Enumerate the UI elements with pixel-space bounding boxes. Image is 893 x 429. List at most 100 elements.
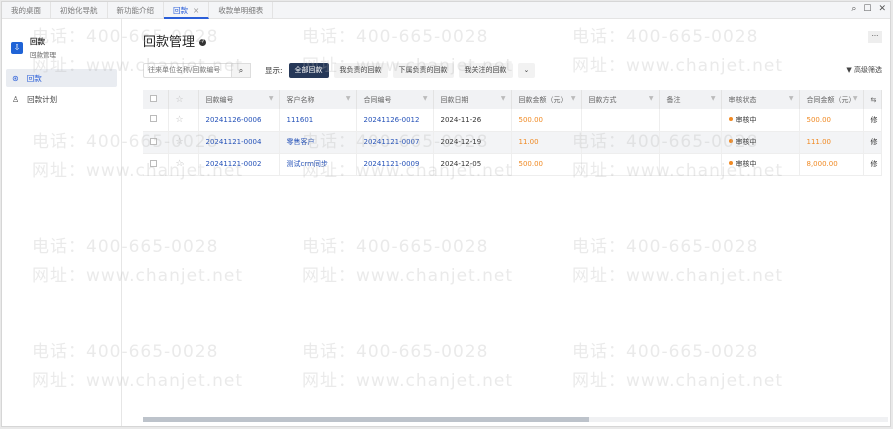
table-cell: 500.00 [511, 109, 582, 132]
cell-value[interactable]: 20241121-0004 [206, 138, 262, 146]
cell-value[interactable]: 20241126-0012 [364, 116, 420, 124]
column-header[interactable]: 回款方式 ▼ [581, 90, 660, 109]
close-icon[interactable]: ✕ [878, 4, 886, 14]
search-icon: ⌕ [238, 65, 244, 75]
table-cell [659, 131, 722, 154]
table-row[interactable]: ☆ 20241121-0002 测试crm同步 20241121-0009 2024-1… [143, 153, 882, 176]
filter-icon[interactable]: ▼ [269, 95, 274, 102]
search-button[interactable]: ⌕ [231, 62, 251, 78]
cell-value[interactable]: 111601 [287, 116, 314, 124]
filter-icon[interactable]: ▼ [571, 95, 576, 102]
download-icon: ⇩ [11, 41, 23, 54]
table-cell: 11.00 [511, 131, 582, 154]
page-title: 回款管理 ? [143, 31, 207, 50]
filter-icon[interactable]: ▼ [711, 95, 716, 102]
column-label: 备注 [666, 95, 681, 104]
row-checkbox[interactable] [143, 153, 169, 176]
sidebar: ⇩ 回款 回款管理 ⊛ 回款 ♙ 回款计划 [2, 19, 122, 426]
status-dot [728, 116, 733, 121]
table-row[interactable]: ☆ 20241121-0004 零售客户 20241121-0007 2024-12-1… [143, 131, 882, 154]
advanced-filter-button[interactable]: ▼ 高级筛选 [846, 65, 882, 75]
table-cell: 20241121-0002 [198, 153, 280, 176]
cell-value: 修 [870, 160, 878, 168]
column-header[interactable]: 回款编号 ▼ [198, 90, 280, 109]
search-input[interactable] [143, 62, 231, 78]
cell-value: 2024-11-26 [440, 115, 482, 124]
show-label: 显示: [265, 65, 283, 75]
table-cell: 测试crm同步 [279, 153, 357, 176]
scrollbar-thumb[interactable] [143, 417, 589, 422]
tab-new-features[interactable]: 新功能介绍 [108, 1, 164, 19]
filter-all[interactable]: 全部回款 [288, 62, 329, 78]
sidebar-item-label: 回款 [26, 73, 42, 83]
tab-init-nav[interactable]: 初始化导航 [51, 1, 108, 19]
app-header: ⇩ 回款 回款管理 [11, 36, 121, 59]
cell-value: 审核中 [735, 160, 757, 168]
column-header[interactable]: 备注 ▼ [659, 90, 722, 109]
star-icon[interactable]: ☆ [168, 131, 199, 154]
sidebar-item-payment-plan[interactable]: ♙ 回款计划 [6, 90, 117, 108]
column-header[interactable]: 合同编号 ▼ [356, 90, 434, 109]
search-icon[interactable]: ⌕ [851, 4, 856, 14]
table-cell [659, 153, 722, 176]
cell-value[interactable]: 20241121-0009 [364, 160, 420, 168]
close-icon[interactable]: × [193, 6, 199, 15]
maximize-icon[interactable]: ☐ [863, 4, 871, 14]
filter-subordinate[interactable]: 下属负责的回款 [392, 62, 454, 78]
filter-icon[interactable]: ▼ [789, 95, 794, 102]
column-header[interactable]: 审核状态 ▼ [721, 90, 800, 109]
table-cell [581, 131, 660, 154]
column-label: 合同金额（元） [806, 95, 856, 104]
table-cell: 审核中 [721, 153, 800, 176]
column-header[interactable]: 合同金额（元） ▼ [799, 90, 864, 109]
cell-value[interactable]: 测试crm同步 [287, 160, 328, 168]
help-icon[interactable]: ? [199, 39, 207, 46]
column-header[interactable]: 回款日期 ▼ [433, 90, 512, 109]
cell-value: 审核中 [735, 115, 757, 124]
tab-bar: 我的桌面 初始化导航 新功能介绍 回款 × 收款单明细表 ⌕ ☐ ✕ [2, 1, 890, 19]
cell-value[interactable]: 20241126-0006 [206, 116, 262, 124]
table-cell: 零售客户 [279, 131, 357, 154]
table-row[interactable]: ☆ 20241126-0006 111601 20241126-0012 2024-11… [143, 109, 882, 132]
column-header[interactable]: 回款金额（元） ▼ [511, 90, 582, 109]
row-checkbox[interactable] [143, 131, 169, 154]
filter-icon[interactable]: ▼ [501, 95, 506, 102]
plan-icon: ♙ [12, 94, 20, 104]
star-icon[interactable]: ☆ [168, 109, 199, 132]
column-label: 审核状态 [728, 95, 757, 104]
column-settings-icon[interactable]: ⇆ [863, 90, 882, 109]
filter-followed[interactable]: 我关注的回款 [458, 62, 513, 78]
sidebar-item-payment[interactable]: ⊛ 回款 [6, 69, 117, 87]
tab-desktop[interactable]: 我的桌面 [2, 1, 51, 19]
status-dot [728, 161, 733, 165]
cell-value: 8,000.00 [806, 160, 838, 168]
cell-value: 111.00 [806, 138, 832, 146]
cell-value[interactable]: 零售客户 [287, 138, 315, 146]
more-button[interactable]: ··· [868, 31, 882, 43]
table-cell: 500.00 [799, 109, 864, 132]
filter-icon[interactable]: ▼ [423, 95, 428, 102]
cell-value[interactable]: 20241121-0002 [206, 160, 262, 168]
table-cell: 20241126-0012 [356, 109, 434, 132]
star-icon[interactable]: ☆ [168, 153, 199, 176]
cell-value[interactable]: 20241121-0007 [364, 138, 420, 146]
table-cell: 2024-12-19 [433, 131, 512, 154]
cell-value: 500.00 [518, 115, 544, 124]
column-header[interactable]: 客户名称 ▼ [279, 90, 357, 109]
chevron-down-icon[interactable]: ⌄ [517, 62, 536, 78]
filter-icon[interactable]: ▼ [346, 95, 351, 102]
row-checkbox[interactable] [143, 109, 169, 132]
horizontal-scrollbar[interactable] [143, 417, 888, 422]
select-all-checkbox[interactable] [143, 90, 169, 109]
table-cell: 2024-12-05 [433, 153, 512, 176]
filter-mine[interactable]: 我负责的回款 [333, 62, 388, 78]
table-cell: 20241121-0004 [198, 131, 280, 154]
column-label: 回款日期 [440, 95, 469, 104]
filter-icon[interactable]: ▼ [649, 95, 654, 102]
tab-receipt-detail[interactable]: 收款单明细表 [209, 1, 274, 19]
filter-icon[interactable]: ▼ [853, 95, 858, 102]
page-title-text: 回款管理 [143, 35, 196, 50]
cell-value: 2024-12-19 [440, 138, 482, 146]
cell-value: 11.00 [518, 138, 539, 146]
tab-payment[interactable]: 回款 × [164, 1, 210, 19]
